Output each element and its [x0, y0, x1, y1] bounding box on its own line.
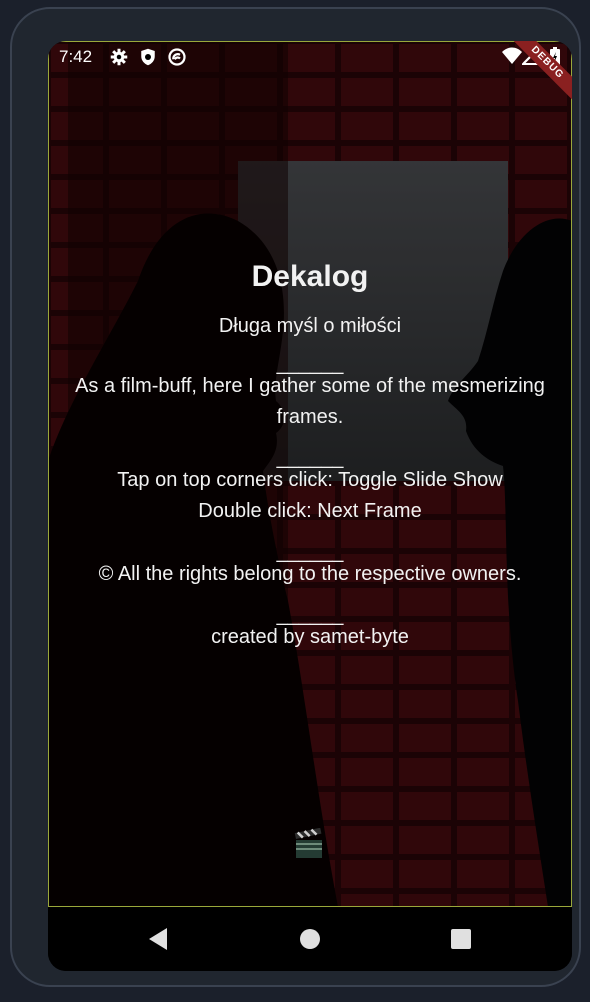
app-title: Dekalog — [251, 260, 369, 293]
recents-icon[interactable] — [450, 927, 472, 951]
separator: ______ — [276, 447, 344, 469]
sync-icon — [168, 48, 186, 66]
about-text: As a film-buff, here I gather some of th… — [75, 375, 545, 428]
instructions-next: Double click: Next Frame — [198, 500, 422, 522]
device-frame: 7:42 DEBUG Dekalog Długa myśl o miłości … — [10, 7, 581, 987]
instructions-toggle: Tap on top corners click: Toggle Slide S… — [117, 469, 503, 491]
navigation-bar — [48, 907, 572, 971]
wifi-icon — [502, 47, 522, 64]
rights-text: © All the rights belong to the respectiv… — [98, 563, 522, 585]
status-bar: 7:42 — [48, 41, 572, 73]
back-icon[interactable] — [148, 927, 168, 951]
credit-text: created by samet-byte — [211, 626, 409, 648]
intro-text-block: Dekalog Długa myśl o miłości ______ As a… — [48, 257, 572, 653]
status-time: 7:42 — [59, 47, 93, 66]
clapperboard-icon — [294, 828, 322, 858]
phone-screen: 7:42 DEBUG Dekalog Długa myśl o miłości … — [48, 41, 572, 971]
separator: ______ — [276, 541, 344, 563]
home-icon[interactable] — [299, 927, 321, 951]
separator: ______ — [276, 604, 344, 626]
separator: ______ — [276, 353, 344, 375]
film-subtitle: Długa myśl o miłości — [218, 315, 402, 337]
gear-icon — [110, 48, 128, 66]
slide-show-area[interactable]: 7:42 DEBUG Dekalog Długa myśl o miłości … — [48, 41, 572, 907]
shield-icon — [141, 48, 155, 66]
